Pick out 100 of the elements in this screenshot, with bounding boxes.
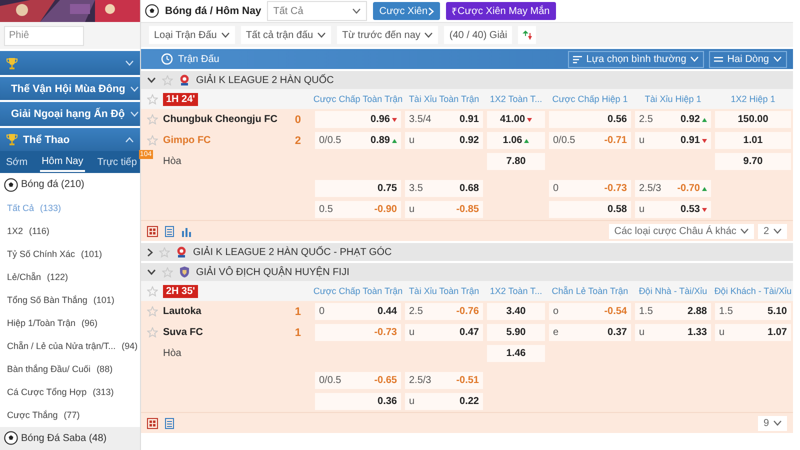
bet-type-dropdown[interactable]: 9 [758, 416, 787, 430]
odds-cell[interactable]: u 1.33 [635, 324, 711, 341]
odds-cell[interactable]: 3.5 0.68 [405, 180, 483, 197]
live-time-badge: 1H 24' [163, 92, 198, 106]
sport-item[interactable]: Bóng Đá Saba (48) [0, 426, 140, 450]
lucky-parlay-button[interactable]: ₹Cược Xiên May Mắn [446, 2, 556, 20]
odds-cell[interactable]: 5.90 [487, 324, 545, 341]
star-icon[interactable] [147, 135, 158, 146]
odds-cell[interactable]: u 0.92 [405, 132, 483, 149]
tab[interactable]: Sớm [4, 154, 30, 171]
category-header[interactable]: Giải Ngoại hạng Ấn Độ [0, 102, 140, 126]
star-icon[interactable] [162, 266, 173, 278]
chevron-down-icon [740, 228, 750, 234]
bar-chart-icon[interactable] [181, 226, 192, 236]
category-header[interactable]: Thế Vận Hội Mùa Đông [0, 76, 140, 100]
odds-cell[interactable]: 0.5 -0.90 [315, 201, 401, 218]
star-icon[interactable] [147, 306, 158, 317]
odds-cell[interactable]: 2.5 0.92 [635, 111, 711, 128]
view-dropdown[interactable]: Hai Dòng [709, 50, 787, 68]
odds-cell[interactable]: 1.01 [715, 132, 791, 149]
odds-cell[interactable]: u 1.07 [715, 324, 791, 341]
odds-cell[interactable]: u 0.22 [405, 393, 483, 410]
odds-cell[interactable]: 2.5/3 -0.70 [635, 180, 711, 197]
menu-item[interactable]: Cá Cược Tổng Hợp (313) [0, 380, 140, 404]
menu-item[interactable]: Hiệp 1/Toàn Trận (96) [0, 311, 140, 334]
column-header: Cược Chấp Toàn Trận [313, 94, 403, 104]
odds-cell[interactable]: 1.46 [487, 345, 545, 362]
chevron-down-icon [690, 56, 700, 62]
odds-cell[interactable]: 3.5/4 0.91 [405, 111, 483, 128]
sort-icon[interactable] [522, 28, 532, 42]
odds-cell[interactable]: o -0.54 [549, 303, 631, 320]
list-icon[interactable] [164, 418, 175, 428]
odds-cell[interactable]: u 0.47 [405, 324, 483, 341]
odds-cell[interactable]: u 0.53 [635, 201, 711, 218]
menu-item[interactable]: Chẵn / Lẻ của Nửa trận/T... (94) [0, 334, 140, 358]
soccer-ball-icon [145, 4, 159, 18]
list-icon[interactable] [164, 226, 175, 236]
parlay-button[interactable]: Cược Xiên [373, 2, 440, 20]
odds-cell[interactable]: 7.80 [487, 153, 545, 170]
odds-cell[interactable]: u 0.91 [635, 132, 711, 149]
menu-item[interactable]: Cược Thắng (77) [0, 403, 140, 426]
odds-cell[interactable]: 0/0.5 -0.65 [315, 372, 401, 389]
odds-cell[interactable]: e 0.37 [549, 324, 631, 341]
category-header[interactable] [0, 51, 140, 75]
league-count[interactable]: (40 / 40) Giải [444, 26, 512, 44]
odds-cell[interactable]: 0.75 [315, 180, 401, 197]
menu-item[interactable]: Tỷ Số Chính Xác (101) [0, 242, 140, 266]
chevron-right-icon[interactable] [147, 248, 153, 256]
tab[interactable]: Trực tiếp [95, 154, 139, 171]
star-icon[interactable] [159, 246, 170, 258]
odds-cell[interactable]: 0.56 [549, 111, 631, 128]
category-header[interactable]: Thể Thao [0, 128, 140, 152]
menu-item[interactable]: Lẻ/Chẵn (122) [0, 265, 140, 288]
odds-cell[interactable]: 0 -0.73 [549, 180, 631, 197]
bet-type-dropdown[interactable]: 2 [758, 224, 787, 238]
filter-dropdown[interactable]: Từ trước đến nay [337, 26, 438, 44]
odds-cell[interactable]: 41.00 [487, 111, 545, 128]
league-header[interactable]: GIẢI K LEAGUE 2 HÀN QUỐC [141, 71, 793, 89]
filter-dropdown[interactable]: Loại Trận Đấu [149, 26, 235, 44]
chevron-down-icon [352, 8, 362, 14]
chevron-down-icon[interactable] [147, 269, 156, 275]
score: 1 [294, 306, 301, 318]
odds-cell[interactable]: 1.5 5.10 [715, 303, 791, 320]
star-icon[interactable] [147, 114, 158, 125]
lines-icon [714, 54, 724, 64]
dropdown[interactable]: Phiê [4, 26, 84, 46]
chevron-down-icon [424, 32, 434, 38]
odds-cell[interactable]: 3.40 [487, 303, 545, 320]
odds-cell[interactable]: 2.5 -0.76 [405, 303, 483, 320]
odds-cell[interactable]: 0/0.5 0.89 [315, 132, 401, 149]
league-header[interactable]: GIẢI VÔ ĐỊCH QUẬN HUYỆN FIJI [141, 263, 793, 281]
odds-cell[interactable]: 1.06 [487, 132, 545, 149]
column-header: Cược Chấp Hiệp 1 [551, 94, 629, 104]
odds-cell[interactable]: 150.00 [715, 111, 791, 128]
chevron-down-icon[interactable] [147, 77, 156, 83]
view-dropdown[interactable]: Lựa chọn bình thường [568, 50, 704, 68]
odds-cell[interactable]: 0 0.44 [315, 303, 401, 320]
odds-cell[interactable]: 0.96 [315, 111, 401, 128]
odds-cell[interactable]: 0/0.5 -0.71 [549, 132, 631, 149]
star-icon[interactable] [147, 327, 158, 338]
odds-cell[interactable]: 1.5 2.88 [635, 303, 711, 320]
chevron-down-icon [773, 56, 782, 62]
odds-cell[interactable]: 0.36 [315, 393, 401, 410]
star-icon[interactable] [162, 74, 173, 86]
filter-dropdown[interactable]: Tất cả trận đấu [240, 26, 332, 44]
menu-item[interactable]: 1X2 (116) [0, 219, 140, 242]
odds-cell[interactable]: 0.58 [549, 201, 631, 218]
filter-dropdown[interactable]: Tất Cả [267, 1, 368, 21]
menu-item[interactable]: Bàn thắng Đầu/ Cuối (88) [0, 357, 140, 380]
menu-item[interactable]: Tổng Số Bàn Thắng (101) [0, 288, 140, 312]
odds-cell[interactable]: 9.70 [715, 153, 791, 170]
bet-type-dropdown[interactable]: Các loại cược Châu Á khác [609, 224, 754, 238]
odds-cell[interactable]: 2.5/3 -0.51 [405, 372, 483, 389]
grid-icon[interactable] [147, 418, 158, 428]
column-header: Tài Xỉu Hiệp 1 [644, 94, 702, 104]
grid-icon[interactable] [147, 226, 158, 236]
star-icon[interactable] [147, 286, 158, 296]
league-header[interactable]: GIẢI K LEAGUE 2 HÀN QUỐC - PHẠT GÓC [141, 243, 793, 261]
star-icon[interactable] [147, 94, 158, 104]
odds-cell[interactable]: u -0.85 [405, 201, 483, 218]
